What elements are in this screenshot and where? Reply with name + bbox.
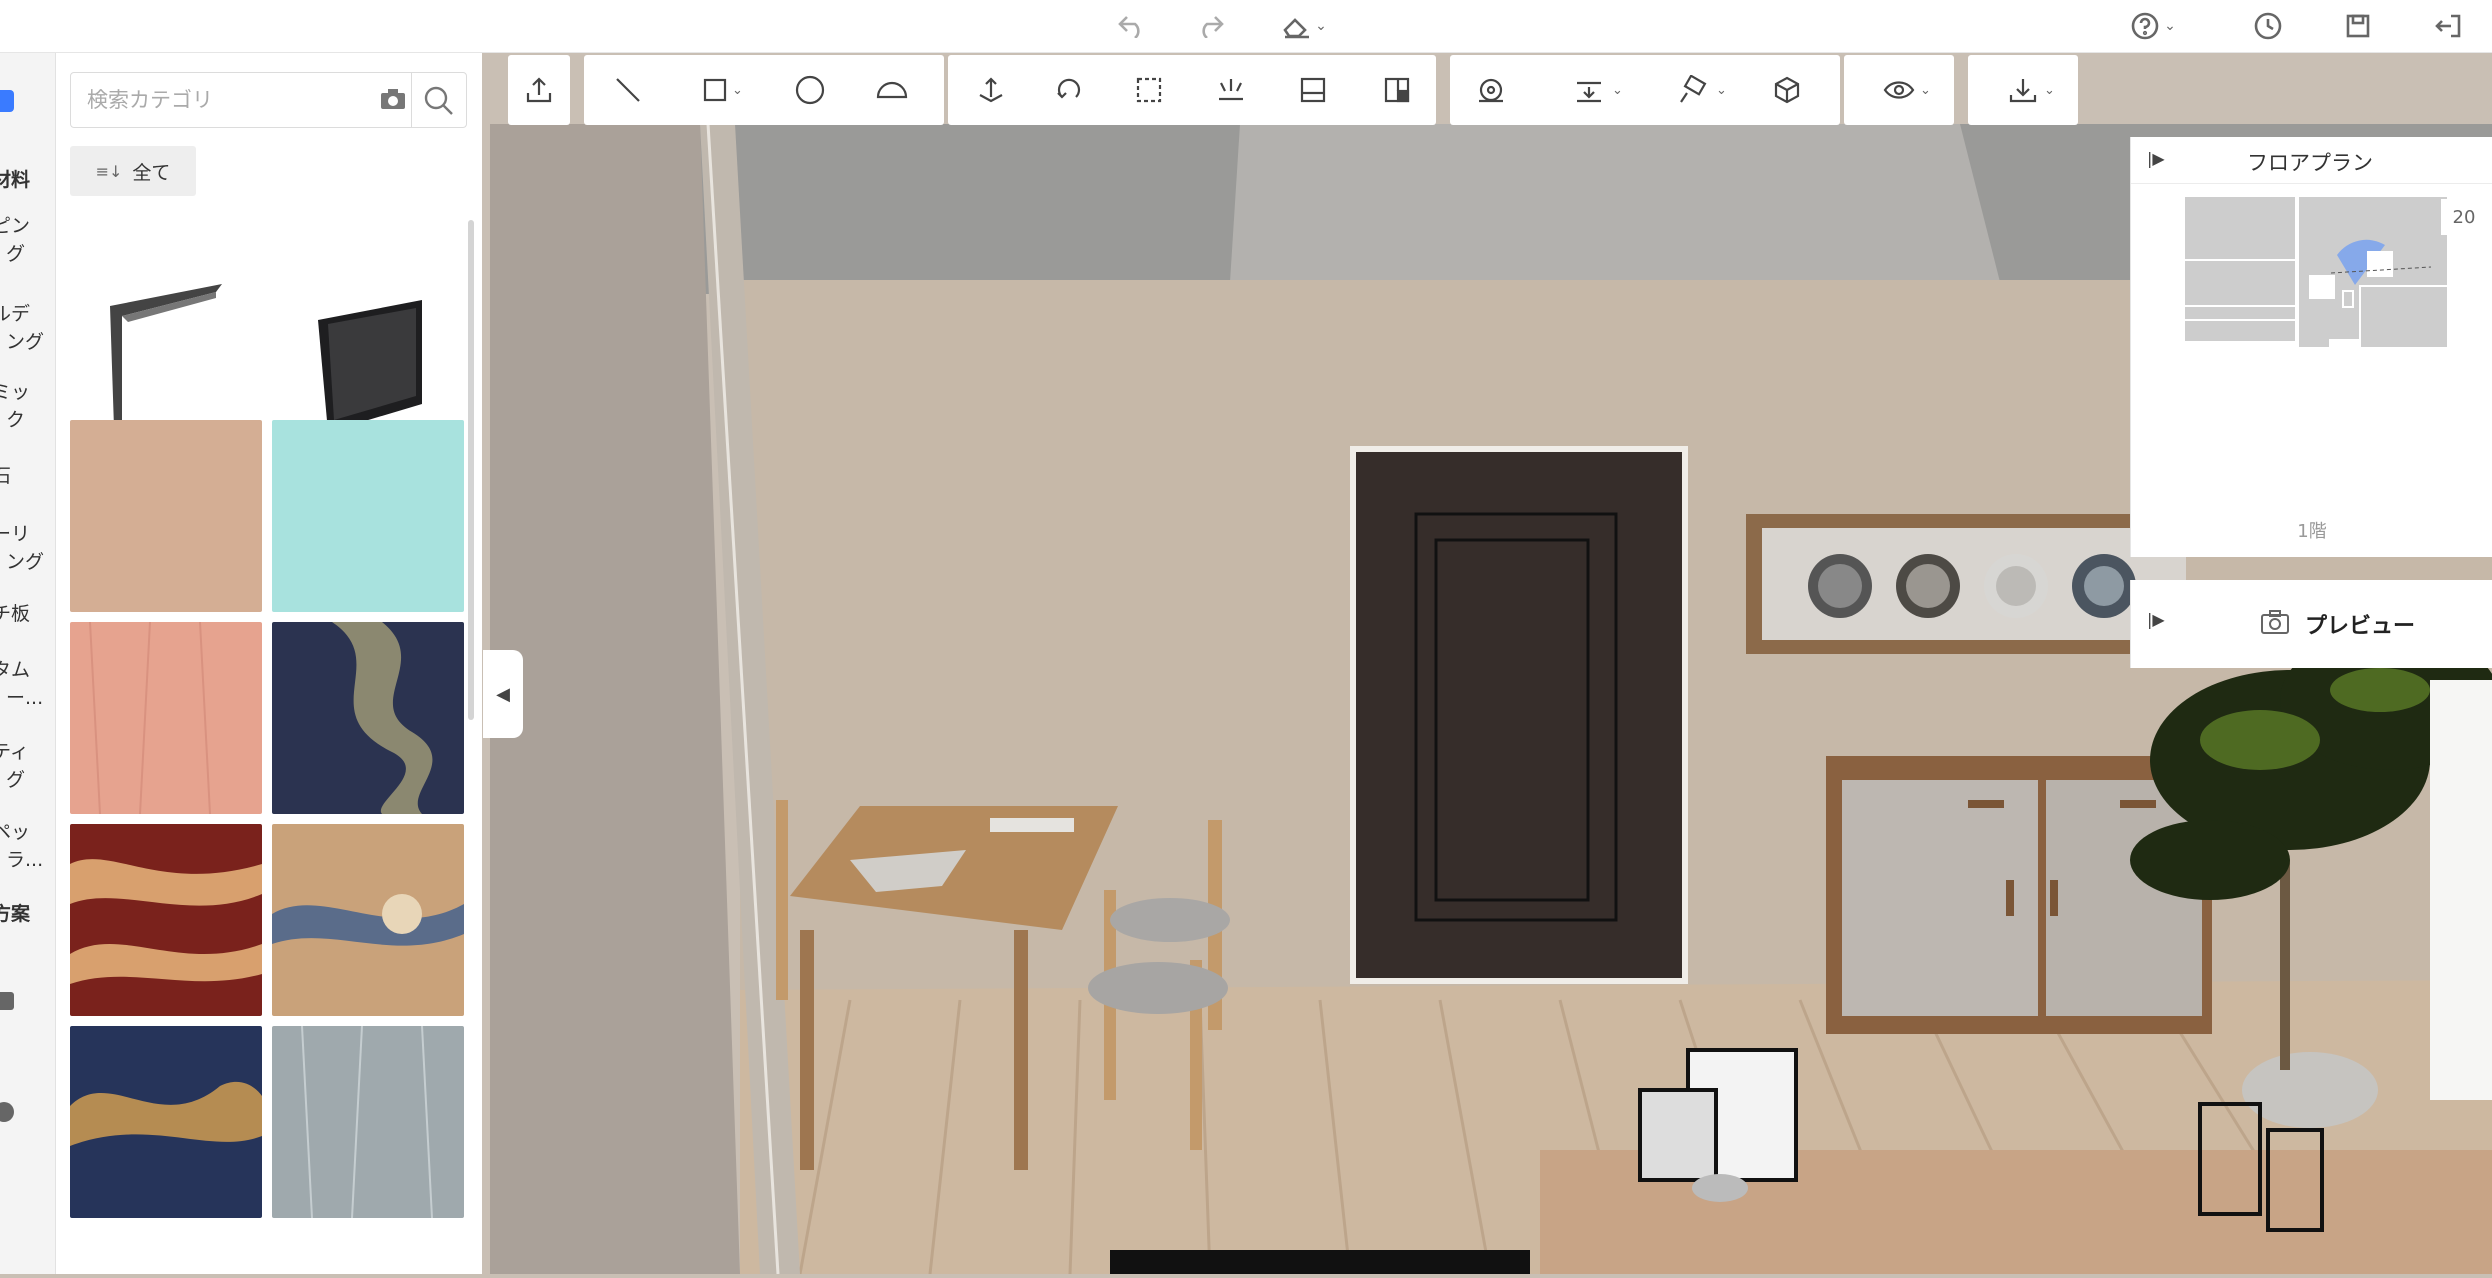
toolbar-group-draw: ⌄: [584, 55, 944, 125]
preview-button[interactable]: プレビュー: [2305, 608, 2415, 640]
filter-all-button[interactable]: ≡↓ 全て: [70, 146, 196, 196]
category-rail: 材料 ピン グ ルデ ング ミッ ク 石 ーリ ング チ板 タム ー... ティ…: [0, 52, 56, 1274]
rail-item[interactable]: 石: [0, 462, 55, 490]
chevron-down-icon: ⌄: [2164, 18, 2176, 34]
toolbar-group-export: [508, 55, 570, 125]
toolbar-group-measure: ⌄ ⌄: [1450, 55, 1840, 125]
exit-icon[interactable]: [2424, 6, 2472, 46]
material-tile-navy-wave[interactable]: [70, 1026, 262, 1218]
search-icon[interactable]: [423, 85, 455, 121]
measure-icon[interactable]: [1462, 55, 1520, 125]
toolbar-group-view: ⌄: [1844, 55, 1954, 125]
help-icon[interactable]: ⌄: [2122, 6, 2184, 46]
material-tile-navy-marble[interactable]: [272, 622, 464, 814]
line-icon[interactable]: [598, 55, 658, 125]
preview-panel: |▶ プレビュー: [2130, 580, 2492, 668]
expand-panel-icon[interactable]: |▶: [2147, 610, 2165, 629]
material-tile-grey-pattern[interactable]: [272, 1026, 464, 1218]
category-logo-icon: [0, 90, 14, 112]
align-icon[interactable]: ⌄: [1546, 55, 1632, 125]
material-panel: ≡↓ 全て: [56, 52, 482, 1274]
rail-heading-plans: 方案: [0, 903, 31, 925]
cube-icon[interactable]: [1758, 55, 1816, 125]
redo-icon[interactable]: [1190, 6, 1230, 46]
chevron-down-icon: ⌄: [1612, 82, 1623, 98]
save-icon[interactable]: [2338, 6, 2378, 46]
rail-item[interactable]: ティ グ: [0, 738, 55, 794]
paint-icon[interactable]: ⌄: [1650, 55, 1736, 125]
material-tile-red-wave[interactable]: [70, 824, 262, 1016]
floorplan-panel: |▶ フロアプラン 20 1階: [2130, 137, 2492, 557]
rail-item[interactable]: チ板: [0, 600, 55, 628]
rail-heading-materials: 材料: [0, 169, 31, 191]
user-icon[interactable]: [0, 1102, 14, 1122]
rectangle-icon[interactable]: ⌄: [680, 55, 750, 125]
rail-item[interactable]: ルデ ング: [0, 300, 55, 356]
eye-icon[interactable]: ⌄: [1854, 55, 1944, 125]
eraser-icon[interactable]: ⌄: [1272, 6, 1336, 46]
chevron-down-icon: ⌄: [1315, 18, 1327, 34]
chevron-down-icon: ⌄: [1716, 82, 1727, 98]
rail-item[interactable]: ーリ ング: [0, 520, 55, 576]
toolbar-group-edit: [948, 55, 1436, 125]
camera-icon: [2259, 608, 2291, 640]
chevron-down-icon: ⌄: [1920, 82, 1931, 98]
expand-panel-icon[interactable]: |▶: [2147, 149, 2165, 168]
sort-icon: ≡↓: [95, 161, 123, 181]
search-box: [70, 72, 467, 128]
top-bar: ⌄ ⌄: [0, 0, 2492, 53]
zoom-level: 20: [2441, 199, 2487, 235]
move-up-icon[interactable]: [962, 55, 1020, 125]
chevron-down-icon: ⌄: [2044, 82, 2055, 98]
rail-item[interactable]: タム ー...: [0, 656, 55, 712]
floor-label[interactable]: 1階: [2131, 517, 2492, 543]
material-tile-beige[interactable]: [70, 420, 262, 612]
undo-icon[interactable]: [1112, 6, 1152, 46]
export-icon[interactable]: [508, 55, 570, 125]
circle-icon[interactable]: [780, 55, 840, 125]
collapse-left-icon: ◀: [496, 683, 510, 705]
collapse-panel-button[interactable]: ◀: [483, 650, 523, 738]
floorplan-title: フロアプラン: [2247, 151, 2373, 175]
rotate-icon[interactable]: [1040, 55, 1098, 125]
material-tile-sunset-wave[interactable]: [272, 824, 464, 1016]
rail-item[interactable]: ピン グ: [0, 212, 55, 268]
filter-all-label: 全て: [132, 161, 171, 184]
light-icon[interactable]: [1202, 55, 1260, 125]
search-input[interactable]: [71, 73, 389, 127]
history-icon[interactable]: [2248, 6, 2288, 46]
crown-icon[interactable]: [0, 992, 14, 1010]
material-tile-aqua[interactable]: [272, 420, 464, 612]
panel-scrollbar[interactable]: [468, 220, 474, 720]
rail-item[interactable]: ペッ ラ...: [0, 818, 55, 874]
floorplan-header: |▶ フロアプラン: [2131, 137, 2492, 184]
download-icon[interactable]: ⌄: [1978, 55, 2068, 125]
select-area-icon[interactable]: [1120, 55, 1178, 125]
material-tile-salmon-texture[interactable]: [70, 622, 262, 814]
toolbar-group-download: ⌄: [1968, 55, 2078, 125]
rail-item[interactable]: ミッ ク: [0, 378, 55, 434]
floorplan-minimap[interactable]: [2131, 197, 2492, 457]
layout-icon[interactable]: [1368, 55, 1426, 125]
arc-icon[interactable]: [862, 55, 922, 125]
door-icon[interactable]: [1284, 55, 1342, 125]
camera-icon[interactable]: [379, 87, 407, 115]
chevron-down-icon: ⌄: [732, 82, 743, 98]
